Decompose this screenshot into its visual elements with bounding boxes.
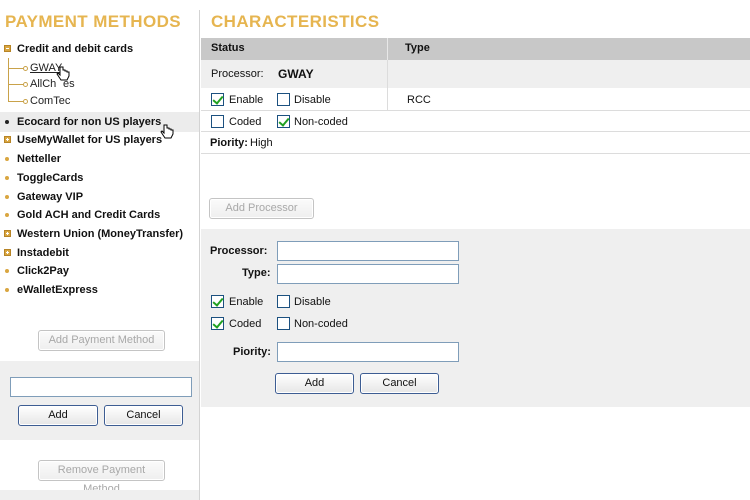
payment-method-label: Netteller (17, 153, 62, 165)
status-column-header: Status (211, 42, 245, 54)
disable-checkbox[interactable] (277, 93, 290, 106)
tree-node-icon (23, 82, 28, 87)
processor-label: Processor: (211, 68, 264, 80)
payment-method-label: eWalletExpress (17, 284, 98, 296)
payment-method-label: UseMyWallet for US players (17, 134, 163, 146)
tree-node-icon (23, 66, 28, 71)
bullet-icon (5, 157, 9, 161)
form-disable-checkbox[interactable] (277, 295, 290, 308)
tree-item-credit-debit-cards[interactable]: Credit and debit cards (0, 40, 199, 58)
payment-method-item[interactable]: Instadebit (0, 244, 199, 262)
form-priority-input[interactable] (277, 342, 459, 362)
disable-label: Disable (294, 94, 331, 106)
payment-method-label: Instadebit (17, 247, 69, 259)
row-separator (201, 110, 750, 111)
payment-method-label: Gold ACH and Credit Cards (17, 209, 161, 221)
bottom-panel (0, 490, 199, 500)
payment-method-item[interactable]: ToggleCards (0, 169, 199, 187)
expand-icon[interactable] (4, 249, 11, 256)
form-processor-label: Processor: (210, 245, 268, 257)
form-non-coded-label: Non-coded (294, 318, 348, 330)
payment-method-item[interactable]: eWalletExpress (0, 281, 199, 299)
payment-method-item[interactable]: Gold ACH and Credit Cards (0, 206, 199, 224)
expand-icon[interactable] (4, 230, 11, 237)
payment-methods-heading: PAYMENT METHODS (5, 12, 182, 31)
form-disable-label: Disable (294, 296, 331, 308)
priority-value: High (250, 137, 273, 149)
remove-payment-method-button[interactable]: Remove Payment Method (38, 460, 165, 495)
row-separator (201, 153, 750, 154)
form-coded-checkbox[interactable] (211, 317, 224, 330)
hand-cursor-icon (160, 124, 174, 139)
bullet-icon (5, 120, 9, 124)
payment-method-label: Western Union (MoneyTransfer) (17, 228, 184, 240)
cancel-method-button[interactable]: Cancel (104, 405, 183, 426)
coded-checkbox[interactable] (211, 115, 224, 128)
payment-method-label: ToggleCards (17, 172, 84, 184)
type-value: RCC (407, 94, 431, 106)
sub-item-label: ComTec (30, 95, 71, 107)
add-method-panel (0, 361, 199, 440)
column-divider (199, 10, 200, 500)
bullet-icon (5, 269, 9, 273)
collapse-icon[interactable] (4, 45, 11, 52)
table-header: Status Type (201, 38, 750, 60)
hand-cursor-icon (56, 66, 70, 81)
payment-method-item[interactable]: Netteller (0, 150, 199, 168)
payment-method-label: Ecocard for non US players (17, 116, 162, 128)
form-type-label: Type: (242, 267, 271, 279)
sub-item-comtec[interactable]: ComTec (0, 93, 120, 109)
payment-method-item[interactable]: Gateway VIP (0, 188, 199, 206)
row-divider (387, 60, 388, 110)
sub-item-label: AllCh (30, 78, 57, 90)
characteristics-heading: CHARACTERISTICS (211, 12, 380, 31)
form-priority-label: Piority: (233, 346, 271, 358)
header-divider (387, 38, 388, 60)
payment-method-label: Click2Pay (17, 265, 69, 277)
payment-method-item[interactable]: Western Union (MoneyTransfer) (0, 225, 199, 243)
bullet-icon (5, 288, 9, 292)
form-enable-label: Enable (229, 296, 264, 308)
form-non-coded-checkbox[interactable] (277, 317, 290, 330)
non-coded-label: Non-coded (294, 116, 348, 128)
bullet-icon (5, 195, 9, 199)
tree-item-label: Credit and debit cards (17, 43, 134, 55)
row-separator (201, 131, 750, 132)
tree-node-icon (23, 99, 28, 104)
enable-label: Enable (229, 94, 264, 106)
non-coded-checkbox[interactable] (277, 115, 290, 128)
type-column-header: Type (405, 42, 430, 54)
add-method-button[interactable]: Add (18, 405, 98, 426)
coded-label: Coded (229, 116, 262, 128)
form-enable-checkbox[interactable] (211, 295, 224, 308)
payment-method-item[interactable]: Click2Pay (0, 262, 199, 280)
add-payment-method-button[interactable]: Add Payment Method (38, 330, 165, 351)
priority-label: Piority: (210, 137, 248, 149)
new-method-input[interactable] (10, 377, 192, 397)
form-add-button[interactable]: Add (275, 373, 354, 394)
form-coded-label: Coded (229, 318, 262, 330)
form-type-input[interactable] (277, 264, 459, 284)
form-cancel-button[interactable]: Cancel (360, 373, 439, 394)
enable-checkbox[interactable] (211, 93, 224, 106)
processor-value: GWAY (278, 67, 314, 81)
form-processor-input[interactable] (277, 241, 459, 261)
expand-icon[interactable] (4, 136, 11, 143)
bullet-icon (5, 213, 9, 217)
bullet-icon (5, 176, 9, 180)
add-processor-button[interactable]: Add Processor (209, 198, 314, 219)
payment-method-label: Gateway VIP (17, 191, 84, 203)
